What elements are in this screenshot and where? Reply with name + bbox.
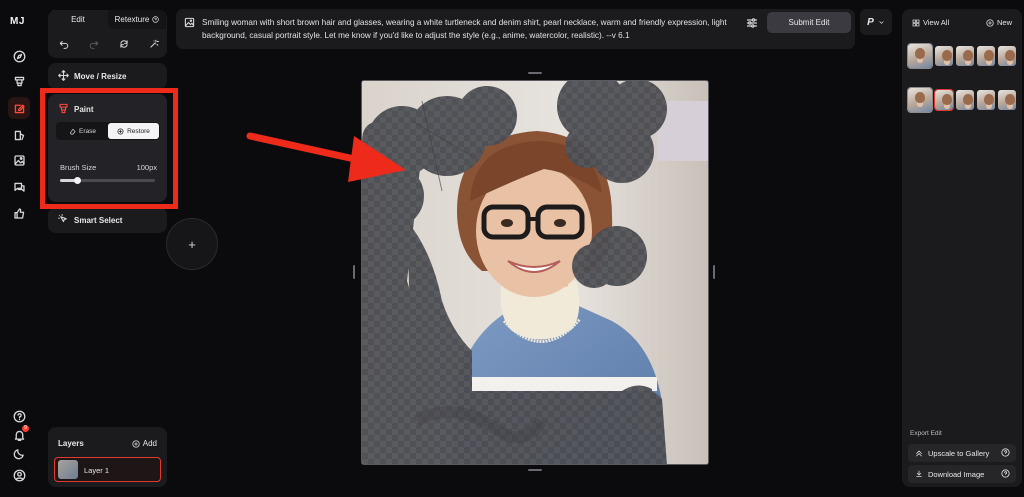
add-circle-icon [986,18,994,27]
layers-title: Layers [58,439,84,448]
canvas-right-handle[interactable] [713,265,715,279]
paint-highlight-annotation [40,88,178,209]
smart-select-label: Smart Select [74,216,123,225]
generation-thumbnail[interactable] [907,87,933,113]
upscale-label: Upscale to Gallery [928,448,990,458]
generation-thumbnail[interactable] [907,43,933,69]
canvas-top-handle[interactable] [528,72,542,74]
create-icon[interactable] [12,74,26,88]
profile-avatar-icon[interactable] [12,468,26,482]
undo-icon[interactable] [58,38,70,50]
generation-thumbnail[interactable] [956,90,974,110]
download-image-button[interactable]: Download Image [908,465,1016,483]
notification-badge: 9 [22,425,29,432]
tab-retexture[interactable]: Retexture [108,10,166,29]
move-arrows-icon [58,70,69,81]
notifications-bell-icon[interactable]: 9 [12,425,29,442]
smart-select-tool[interactable]: Smart Select [48,207,167,233]
generation-thumbnail[interactable] [977,46,995,66]
organize-icon[interactable] [12,128,26,142]
new-label: New [996,18,1012,27]
submit-edit-button[interactable]: Submit Edit [767,12,851,33]
magic-wand-icon[interactable] [148,38,160,50]
generation-set-1 [907,43,1016,69]
chevron-down-icon [879,20,884,24]
chat-icon[interactable] [12,180,26,194]
move-resize-label: Move / Resize [74,72,127,81]
prompt-input[interactable]: Smiling woman with short brown hair and … [202,16,732,42]
app-logo[interactable]: MJ [10,16,25,27]
new-button[interactable]: New [986,18,1012,27]
plus-icon: + [188,236,196,252]
upscale-arrows-icon [916,450,922,457]
edit-icon[interactable] [8,97,30,119]
history-controls [58,38,160,50]
dark-mode-moon-icon[interactable] [12,446,26,460]
add-circle-icon [132,439,140,448]
redo-icon[interactable] [88,38,100,50]
upscale-to-gallery-button[interactable]: Upscale to Gallery [908,444,1016,462]
download-icon [916,470,922,477]
grid-icon [912,19,920,26]
layer-item[interactable]: Layer 1 [54,457,161,482]
left-rail: MJ 9 [0,0,38,497]
layers-panel: Layers Add Layer 1 [48,427,167,487]
help-icon[interactable] [12,409,26,423]
edit-tabs-panel: Edit Retexture [48,10,167,58]
add-image-button[interactable]: + [166,218,218,270]
info-icon [152,16,160,23]
explore-icon[interactable] [12,49,26,63]
help-icon[interactable] [1001,469,1010,478]
thumbs-up-icon[interactable] [12,206,26,220]
prompt-bar: Smiling woman with short brown hair and … [176,9,855,49]
view-all-label: View All [923,18,950,27]
personalization-label: P [867,16,874,28]
canvas-bottom-handle[interactable] [528,469,542,471]
tab-edit-label: Edit [71,15,85,24]
generation-thumbnail[interactable] [998,46,1016,66]
history-panel: View All New Export Edit Upscale to Gall… [902,9,1022,487]
add-layer-label: Add [142,439,157,448]
layer-thumbnail [58,460,78,479]
export-edit-title: Export Edit [910,430,942,437]
tab-edit[interactable]: Edit [52,10,104,29]
layer-name: Layer 1 [84,466,110,475]
settings-sliders-icon[interactable] [746,17,758,29]
reset-icon[interactable] [118,38,130,50]
generation-set-2 [907,87,1016,113]
move-resize-tool[interactable]: Move / Resize [48,63,167,89]
gallery-icon[interactable] [12,153,26,167]
generation-thumbnail[interactable] [956,46,974,66]
tab-retexture-label: Retexture [114,15,150,24]
annotation-arrow [246,132,406,182]
generation-thumbnail[interactable] [934,89,954,111]
image-prompt-icon[interactable] [184,17,195,28]
canvas-left-handle[interactable] [353,265,355,279]
help-icon[interactable] [1001,448,1010,457]
generation-thumbnail[interactable] [977,90,995,110]
download-label: Download Image [928,469,985,479]
view-all-button[interactable]: View All [912,18,949,27]
add-layer-button[interactable]: Add [132,439,157,448]
personalization-button[interactable]: P [860,9,892,35]
generation-thumbnail[interactable] [998,90,1016,110]
generation-thumbnail[interactable] [935,46,953,66]
smart-select-cursor-icon [58,214,67,223]
